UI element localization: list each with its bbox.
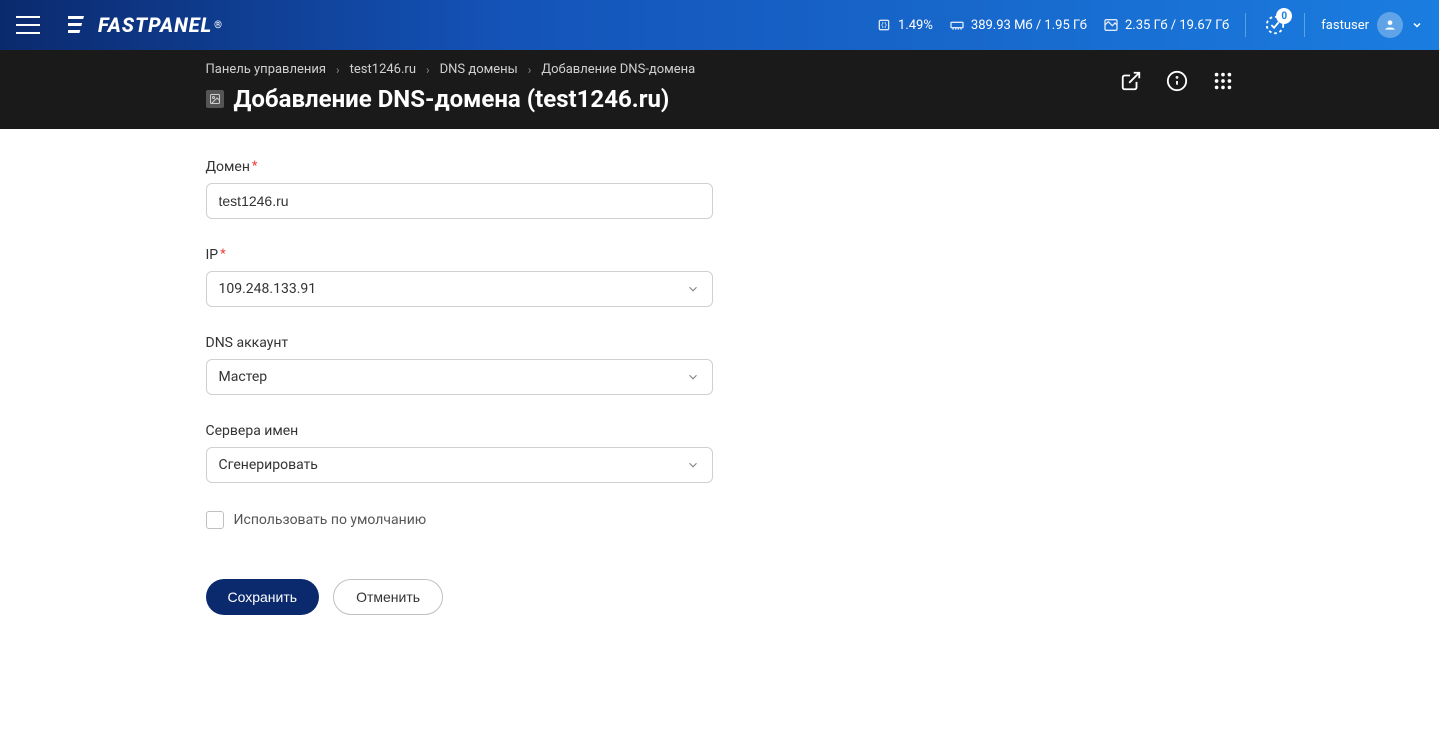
save-button[interactable]: Сохранить <box>206 579 320 615</box>
brand-name: FASTPANEL <box>98 13 212 37</box>
memory-stat[interactable]: 389.93 Мб / 1.95 Гб <box>949 17 1087 33</box>
chevron-down-icon <box>686 282 700 296</box>
logo-icon <box>68 16 92 34</box>
chevron-down-icon <box>1411 19 1423 31</box>
ns-value: Сгенерировать <box>219 457 318 473</box>
topbar-right: 1.49% 389.93 Мб / 1.95 Гб 2.35 Гб / 19.6… <box>876 12 1423 38</box>
header-actions <box>1120 70 1234 92</box>
disk-icon <box>1103 17 1119 33</box>
dns-account-label: DNS аккаунт <box>206 335 1234 351</box>
user-menu[interactable]: fastuser <box>1321 12 1423 38</box>
apps-grid-icon[interactable] <box>1212 70 1234 92</box>
memory-icon <box>949 17 965 33</box>
divider <box>1304 13 1305 37</box>
sub-header: Панель управления › test1246.ru › DNS до… <box>0 50 1439 129</box>
cpu-value: 1.49% <box>898 18 933 33</box>
notifications-button[interactable]: 0 <box>1262 12 1288 38</box>
disk-value: 2.35 Гб / 19.67 Гб <box>1125 18 1229 33</box>
breadcrumb-item-dns[interactable]: DNS домены <box>440 62 518 77</box>
username: fastuser <box>1321 18 1369 33</box>
ns-select[interactable]: Сгенерировать <box>206 447 713 483</box>
disk-stat[interactable]: 2.35 Гб / 19.67 Гб <box>1103 17 1229 33</box>
breadcrumb: Панель управления › test1246.ru › DNS до… <box>206 62 696 77</box>
page-title-text: Добавление DNS-домена (test1246.ru) <box>234 85 670 113</box>
menu-toggle-button[interactable] <box>16 11 44 39</box>
chevron-right-icon: › <box>528 63 532 77</box>
image-icon <box>206 90 224 108</box>
avatar-icon <box>1377 12 1403 38</box>
breadcrumb-item-home[interactable]: Панель управления <box>206 62 327 77</box>
divider <box>1245 13 1246 37</box>
cpu-icon <box>876 17 892 33</box>
notif-count: 0 <box>1276 8 1292 24</box>
chevron-right-icon: › <box>426 63 430 77</box>
cancel-button[interactable]: Отменить <box>333 579 443 615</box>
domain-field: Домен* <box>206 159 1234 219</box>
dns-account-value: Мастер <box>219 369 268 385</box>
dns-account-select[interactable]: Мастер <box>206 359 713 395</box>
ip-select-value: 109.248.133.91 <box>219 281 317 297</box>
default-checkbox-label: Использовать по умолчанию <box>234 512 427 528</box>
chevron-down-icon <box>686 370 700 384</box>
default-checkbox-row: Использовать по умолчанию <box>206 511 1234 529</box>
cpu-stat[interactable]: 1.49% <box>876 17 933 33</box>
ip-label: IP* <box>206 247 1234 263</box>
chevron-right-icon: › <box>336 63 340 77</box>
domain-input[interactable] <box>206 183 713 219</box>
breadcrumb-item-domain[interactable]: test1246.ru <box>350 62 416 77</box>
domain-label: Домен* <box>206 159 1234 175</box>
ip-select[interactable]: 109.248.133.91 <box>206 271 713 307</box>
form-buttons: Сохранить Отменить <box>206 579 1234 615</box>
brand-logo[interactable]: FASTPANEL ® <box>68 13 223 37</box>
page-title: Добавление DNS-домена (test1246.ru) <box>206 85 696 113</box>
breadcrumb-item-current: Добавление DNS-домена <box>541 62 695 77</box>
ip-field: IP* 109.248.133.91 <box>206 247 1234 307</box>
top-bar: FASTPANEL ® 1.49% 389.93 Мб / 1.95 Гб 2.… <box>0 0 1439 50</box>
info-icon[interactable] <box>1166 70 1188 92</box>
default-checkbox[interactable] <box>206 511 224 529</box>
nameservers-field: Сервера имен Сгенерировать <box>206 423 1234 483</box>
form-container: Домен* IP* 109.248.133.91 DNS аккаунт Ма… <box>70 129 1370 645</box>
memory-value: 389.93 Мб / 1.95 Гб <box>971 18 1087 33</box>
ns-label: Сервера имен <box>206 423 1234 439</box>
external-link-icon[interactable] <box>1120 70 1142 92</box>
dns-account-field: DNS аккаунт Мастер <box>206 335 1234 395</box>
chevron-down-icon <box>686 458 700 472</box>
